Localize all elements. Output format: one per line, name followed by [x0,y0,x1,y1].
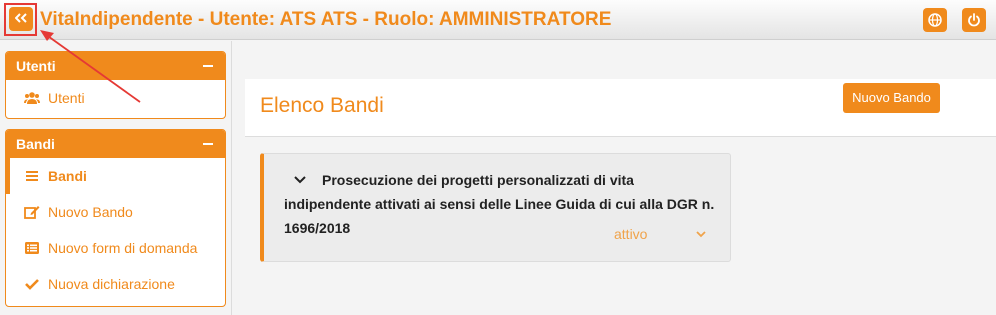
sidebar: Utenti Utenti Bandi Bandi Nuovo Bando Nu… [0,41,232,315]
globe-icon [928,13,942,27]
sidebar-item-bandi[interactable]: Bandi [6,158,225,194]
highlight-box [4,3,37,36]
page-title: Elenco Bandi [260,94,384,117]
main-content: Elenco Bandi Nuovo Bando Prosecuzione de… [233,41,996,315]
list-alt-icon [25,242,39,254]
logout-button[interactable] [962,8,986,32]
bando-title: Prosecuzione dei progetti personalizzati… [284,172,715,236]
chevron-down-icon[interactable] [696,231,706,238]
sidebar-item-label: Utenti [48,90,85,106]
app-title: VitaIndipendente - Utente: ATS ATS - Ruo… [40,9,612,30]
check-icon [25,279,39,290]
new-bando-button[interactable]: Nuovo Bando [843,83,940,113]
sidebar-item-label: Nuovo form di domanda [48,240,198,256]
users-icon [24,92,40,104]
panel-header-bandi[interactable]: Bandi [6,130,225,158]
panel-bandi: Bandi Bandi Nuovo Bando Nuovo form di do… [5,129,226,307]
panel-utenti: Utenti Utenti [5,51,226,119]
edit-icon [24,206,40,219]
sidebar-item-nuovo-form[interactable]: Nuovo form di domanda [6,230,225,266]
bando-card[interactable]: Prosecuzione dei progetti personalizzati… [260,153,731,262]
status-badge: attivo [614,226,648,242]
list-icon [26,171,38,181]
sidebar-item-label: Nuova dichiarazione [48,276,175,292]
sidebar-item-label: Nuovo Bando [48,204,133,220]
panel-title: Utenti [16,58,56,74]
panel-title: Bandi [16,136,55,152]
panel-header-utenti[interactable]: Utenti [6,52,225,80]
sidebar-item-nuovo-bando[interactable]: Nuovo Bando [6,194,225,230]
sidebar-item-label: Bandi [48,168,87,184]
power-icon [968,13,980,27]
language-button[interactable] [923,8,947,32]
top-header: VitaIndipendente - Utente: ATS ATS - Ruo… [0,0,996,40]
collapse-minus-icon[interactable] [203,65,213,67]
sidebar-item-utenti[interactable]: Utenti [6,80,225,116]
sidebar-item-nuova-dichiarazione[interactable]: Nuova dichiarazione [6,266,225,302]
collapse-minus-icon[interactable] [203,143,213,145]
